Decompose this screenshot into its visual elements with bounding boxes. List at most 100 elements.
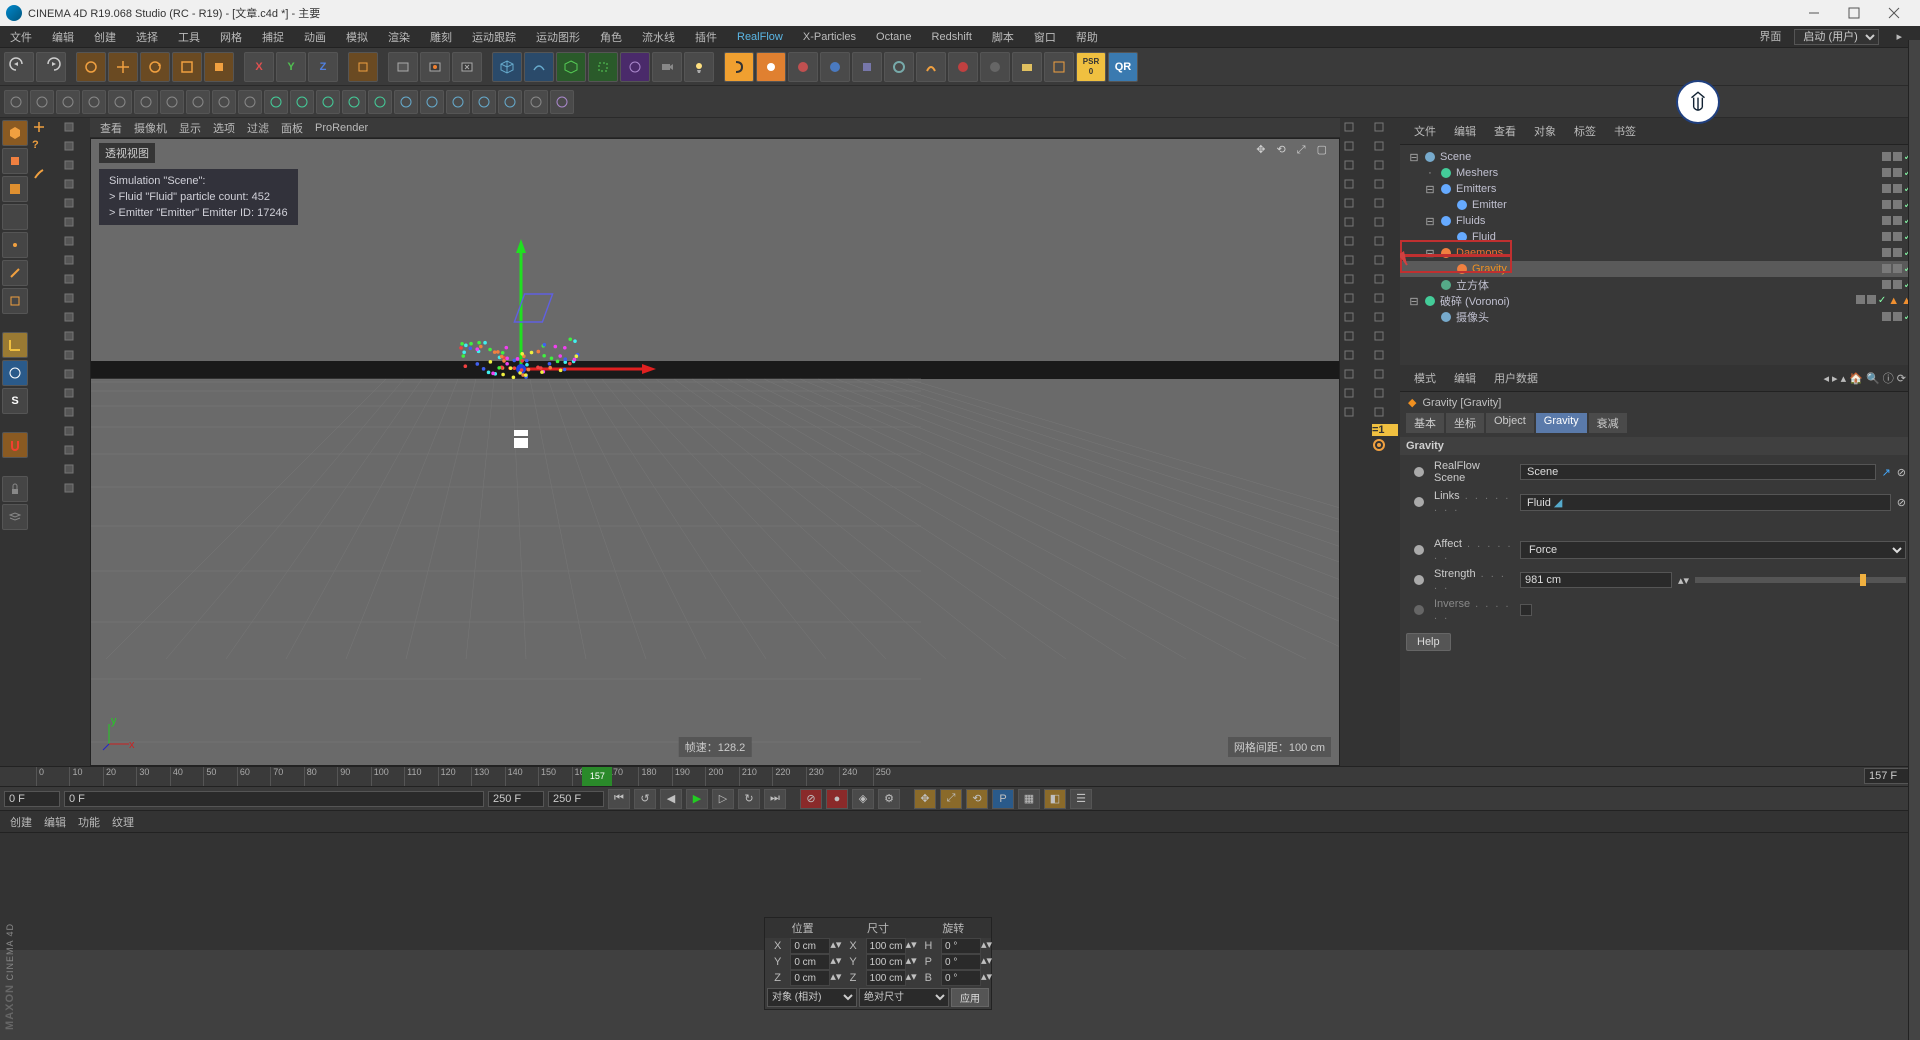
tool2-17[interactable] [446,90,470,114]
axis-z-button[interactable]: Z [308,52,338,82]
model-tool-16[interactable] [62,424,88,441]
attr-top-模式[interactable]: 模式 [1408,368,1442,388]
tag-button-5[interactable] [884,52,914,82]
menu-编辑[interactable]: 编辑 [42,29,84,45]
rtool-0-15[interactable] [1342,405,1368,422]
model-tool-1[interactable] [62,139,88,156]
rtool-0-10[interactable] [1342,310,1368,327]
timeline-ruler[interactable]: 0102030405060708090100110120130140150160… [0,766,1920,786]
layout-select[interactable]: 启动 (用户) [1794,29,1879,45]
move-tool-2[interactable] [32,120,58,137]
tag-button-2[interactable] [788,52,818,82]
obj-tab-书签[interactable]: 书签 [1608,121,1642,141]
mat-tab-功能[interactable]: 功能 [78,814,100,830]
rtool-1-3[interactable] [1372,177,1398,194]
menu-角色[interactable]: 角色 [590,29,632,45]
rtool-1-14[interactable] [1372,386,1398,403]
attr-nav-icons[interactable]: ◂ ▸ ▴ 🏠 🔍 ⓘ ⟳ [1817,368,1912,388]
rtool-1-4[interactable] [1372,196,1398,213]
range-start-field[interactable] [4,791,60,807]
magnet-tool[interactable] [2,432,28,458]
rot-H[interactable] [941,938,981,954]
object-立方体[interactable]: 立方体✓ [1400,277,1920,293]
tool2-5[interactable] [134,90,158,114]
key-settings-button[interactable]: ⚙ [878,789,900,809]
model-tool-9[interactable] [62,291,88,308]
rtool-1-11[interactable] [1372,329,1398,346]
select-tool[interactable] [76,52,106,82]
tag-button-4[interactable] [852,52,882,82]
scene-link-field[interactable]: Scene [1520,464,1876,480]
menu-Redshift[interactable]: Redshift [922,31,982,43]
edge-mode[interactable] [2,260,28,286]
right-dock-strip[interactable] [1908,40,1920,1040]
model-tool-4[interactable] [62,196,88,213]
rtool-0-0[interactable] [1342,120,1368,137]
mat-tab-编辑[interactable]: 编辑 [44,814,66,830]
vp-menu-摄像机[interactable]: 摄像机 [134,120,167,136]
tool2-3[interactable] [82,90,106,114]
rtool-0-14[interactable] [1342,386,1368,403]
tool2-8[interactable] [212,90,236,114]
rtool-1-12[interactable] [1372,348,1398,365]
tag-button-7[interactable] [948,52,978,82]
rtool-0-7[interactable] [1342,253,1368,270]
menu-X-Particles[interactable]: X-Particles [793,31,866,43]
tag-button-6[interactable] [916,52,946,82]
model-tool-17[interactable] [62,443,88,460]
menu-帮助[interactable]: 帮助 [1066,29,1108,45]
attr-top-编辑[interactable]: 编辑 [1448,368,1482,388]
undo-button[interactable] [4,52,34,82]
model-tool-13[interactable] [62,367,88,384]
current-frame-field[interactable] [1864,768,1914,784]
rtool-0-12[interactable] [1342,348,1368,365]
coord-size-mode-select[interactable]: 绝对尺寸 [859,988,949,1007]
links-field[interactable]: Fluid ◢ [1520,494,1891,511]
menu-动画[interactable]: 动画 [294,29,336,45]
object-破碎 (Voronoi)[interactable]: ⊟破碎 (Voronoi)✓ ▲▲ [1400,293,1920,309]
play-button[interactable]: ▶ [686,789,708,809]
light-button[interactable] [684,52,714,82]
link-clear-icon[interactable]: ⊘ [1897,466,1906,479]
menu-插件[interactable]: 插件 [685,29,727,45]
coord-system-button[interactable] [348,52,378,82]
tag-button-1[interactable] [756,52,786,82]
tool2-13[interactable] [342,90,366,114]
snap-toggle[interactable] [2,360,28,386]
rtool-1-5[interactable] [1372,215,1398,232]
pos-X[interactable] [790,938,830,954]
step-back-button[interactable]: ◀ [660,789,682,809]
pla-key-button[interactable]: ▦ [1018,789,1040,809]
rtool-1-9[interactable] [1372,291,1398,308]
options-button[interactable]: ☰ [1070,789,1092,809]
obj-tab-文件[interactable]: 文件 [1408,121,1442,141]
object-Emitter[interactable]: Emitter✓ [1400,197,1920,213]
vp-menu-选项[interactable]: 选项 [213,120,235,136]
model-tool-19[interactable] [62,481,88,498]
snap-settings[interactable]: S [2,388,28,414]
attr-tab-Object[interactable]: Object [1486,413,1534,433]
tag-button-3[interactable] [820,52,850,82]
perspective-viewport[interactable]: 透视视图 Simulation "Scene": > Fluid "Fluid"… [90,138,1340,766]
layer-tool[interactable] [2,504,28,530]
pos-key-button[interactable]: ✥ [914,789,936,809]
rtool-1-0[interactable] [1372,120,1398,137]
tool2-1[interactable] [30,90,54,114]
range-end-view[interactable] [488,791,544,807]
vp-menu-面板[interactable]: 面板 [281,120,303,136]
lock-tool[interactable] [2,476,28,502]
tool2-14[interactable] [368,90,392,114]
scale-tool[interactable] [172,52,202,82]
tag-button-10[interactable] [1044,52,1074,82]
camera-button[interactable] [652,52,682,82]
menu-捕捉[interactable]: 捕捉 [252,29,294,45]
qr-button[interactable]: QR [1108,52,1138,82]
rtool-0-1[interactable] [1342,139,1368,156]
rtool-0-8[interactable] [1342,272,1368,289]
pos-Z[interactable] [790,970,830,986]
rtool-0-2[interactable] [1342,158,1368,175]
point-mode[interactable] [2,232,28,258]
tool2-11[interactable] [290,90,314,114]
menu-网格[interactable]: 网格 [210,29,252,45]
model-tool-15[interactable] [62,405,88,422]
